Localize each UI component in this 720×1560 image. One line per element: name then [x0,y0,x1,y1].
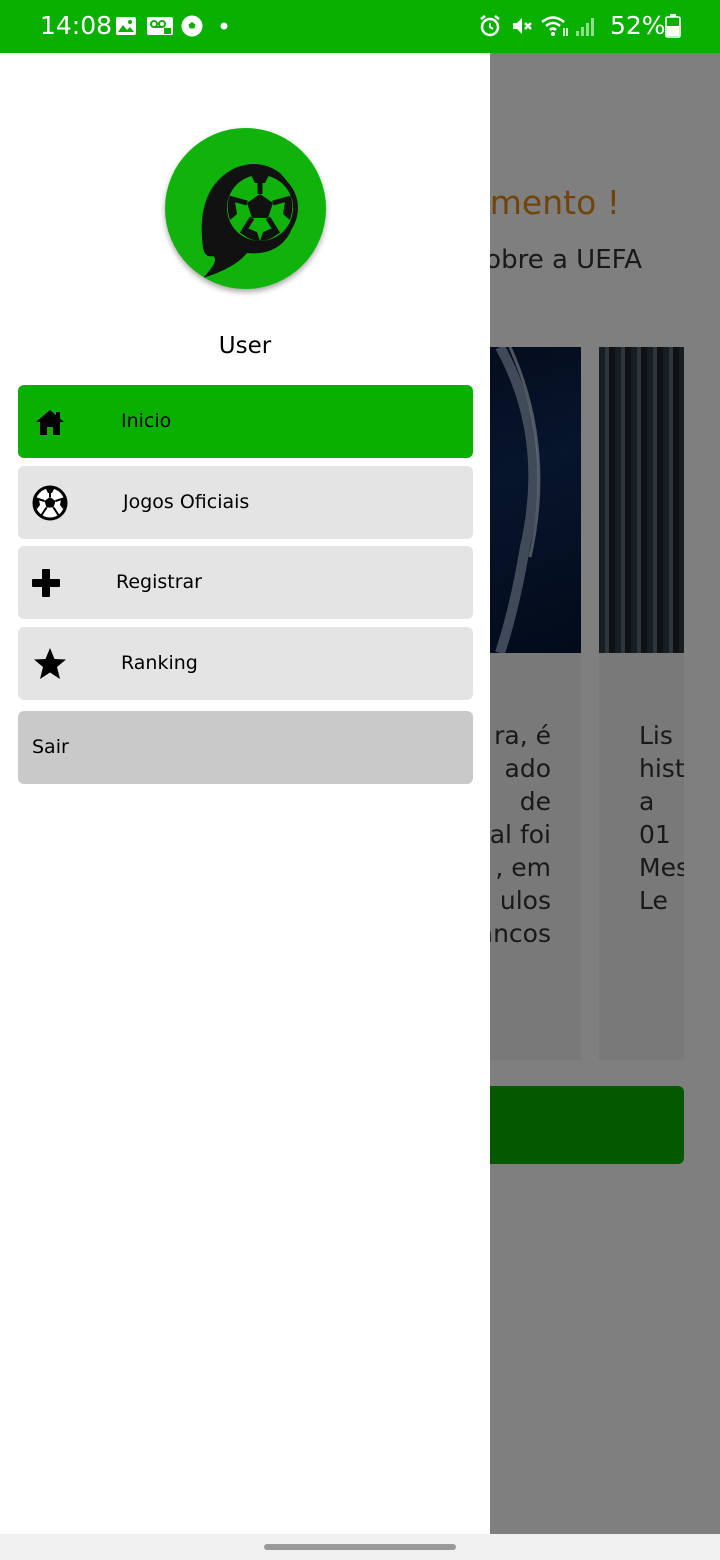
logout-button[interactable]: Sair [18,711,473,784]
menu-item-label: Inicio [121,410,172,432]
navigation-bar [0,1534,720,1560]
menu-item-inicio[interactable]: Inicio [18,385,473,458]
logout-label: Sair [32,736,69,758]
status-bar: 14:08 52% [0,0,720,53]
plus-icon [32,569,60,597]
battery-icon [665,14,681,38]
menu-item-label: Jogos Oficiais [123,491,250,513]
mute-icon [513,18,532,34]
soccer-ball-flame-logo-icon [201,164,298,278]
menu-item-jogos-oficiais[interactable]: Jogos Oficiais [18,466,473,539]
user-name: User [218,333,272,359]
signal-icon [576,18,594,36]
soccer-ball-icon [32,485,68,521]
alarm-icon [480,15,500,37]
dot-icon [220,22,228,30]
menu-item-label: Ranking [121,652,198,674]
app-logo [165,128,326,289]
status-time: 14:08 [40,11,113,40]
star-icon [34,648,66,679]
voicemail-icon [147,17,173,35]
home-icon [36,410,64,435]
navigation-drawer: User Inicio Jogos Oficiais Registrar Ran… [0,53,490,1534]
menu-item-ranking[interactable]: Ranking [18,627,473,700]
soccer-ball-icon [181,15,203,37]
battery-percent: 52% [610,11,666,40]
image-icon [116,17,136,35]
menu-item-registrar[interactable]: Registrar [18,546,473,619]
menu-item-label: Registrar [116,571,202,593]
home-gesture-handle[interactable] [264,1544,456,1550]
wifi-icon [541,16,568,36]
